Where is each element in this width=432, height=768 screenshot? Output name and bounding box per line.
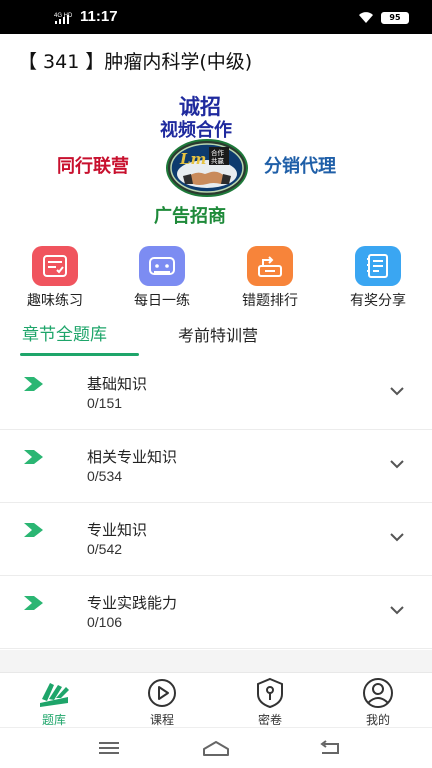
- chapter-row[interactable]: 专业知识 0/542: [0, 503, 432, 576]
- banner-distribution-text: 分销代理: [264, 156, 336, 177]
- shortcut-label: 趣味练习: [27, 293, 83, 309]
- logo-letters: Lm: [179, 150, 206, 168]
- nav-label: 我的: [365, 713, 390, 727]
- promo-banner[interactable]: 诚招 视频合作 同行联营 分销代理 广告招商 Lm 合作 共赢: [0, 84, 432, 232]
- shortcut-daily-practice[interactable]: 每日一练: [116, 246, 206, 310]
- tab-bar: 章节全题库 考前特训营: [0, 318, 432, 358]
- chapter-name: 专业实践能力: [87, 594, 178, 612]
- nav-label: 密卷: [257, 713, 282, 727]
- home-icon[interactable]: [202, 739, 230, 757]
- chevron-down-icon[interactable]: [389, 531, 405, 543]
- status-bar: 4G HD 11:17 95: [0, 0, 432, 34]
- nav-label: 题库: [41, 713, 66, 727]
- chapter-marker-icon: [24, 450, 43, 464]
- menu-icon[interactable]: [97, 739, 121, 757]
- wifi-icon: [359, 12, 373, 23]
- logo-badge-bottom: 共赢: [211, 156, 225, 165]
- chapter-progress: 0/106: [87, 614, 123, 630]
- tab-chapter-bank[interactable]: 章节全题库: [22, 320, 107, 345]
- chevron-down-icon[interactable]: [389, 604, 405, 616]
- back-icon[interactable]: [318, 739, 342, 757]
- shortcut-label: 有奖分享: [350, 293, 406, 309]
- nav-secret-papers[interactable]: 密卷: [240, 677, 300, 727]
- chapter-marker-icon: [24, 377, 43, 391]
- checklist-icon: [32, 246, 78, 286]
- shortcut-label: 每日一练: [134, 293, 190, 309]
- shortcut-reward-share[interactable]: 有奖分享: [332, 246, 422, 310]
- handshake-logo-icon: Lm 合作 共赢: [166, 139, 248, 197]
- shortcut-fun-practice[interactable]: 趣味练习: [9, 246, 99, 310]
- chapter-progress: 0/534: [87, 468, 123, 484]
- chapter-row[interactable]: 基础知识 0/151: [0, 357, 432, 430]
- notebook-icon: [355, 246, 401, 286]
- shield-key-icon: [257, 677, 283, 709]
- tab-exam-camp[interactable]: 考前特训营: [178, 322, 258, 346]
- play-icon: [148, 679, 176, 707]
- chapter-name: 相关专业知识: [87, 448, 178, 466]
- chapter-marker-icon: [24, 523, 43, 537]
- game-controller-icon: [139, 246, 185, 286]
- chevron-down-icon[interactable]: [389, 458, 405, 470]
- shortcut-error-ranking[interactable]: 错题排行: [224, 246, 314, 310]
- chapter-progress: 0/151: [87, 395, 123, 411]
- logo-badge-top: 合作: [211, 148, 225, 157]
- banner-ads-text: 广告招商: [154, 206, 226, 227]
- chapter-marker-icon: [24, 596, 43, 610]
- nav-courses[interactable]: 课程: [132, 677, 192, 727]
- nav-question-bank[interactable]: 题库: [24, 677, 84, 727]
- shortcut-row: 趣味练习 每日一练 错题排行 有奖分享: [0, 246, 432, 310]
- bottom-nav: 题库 课程 密卷 我的: [0, 672, 432, 727]
- clock: 11:17: [80, 8, 118, 25]
- chevron-down-icon[interactable]: [389, 385, 405, 397]
- nav-label: 课程: [149, 713, 174, 727]
- chapter-name: 专业知识: [87, 521, 148, 539]
- chapter-name: 基础知识: [87, 375, 148, 393]
- nav-profile[interactable]: 我的: [348, 677, 408, 727]
- chapter-row[interactable]: 专业实践能力 0/106: [0, 576, 432, 649]
- tab-active-indicator: [20, 353, 139, 356]
- books-icon: [40, 683, 69, 707]
- chapter-progress: 0/542: [87, 541, 123, 557]
- cellular-signal-icon: 4G HD: [54, 13, 73, 24]
- system-nav-bar: [0, 727, 432, 768]
- chapter-row[interactable]: 相关专业知识 0/534: [0, 430, 432, 503]
- battery-icon: 95: [381, 12, 409, 24]
- section-gap: [0, 650, 432, 672]
- banner-peer-alliance-text: 同行联营: [57, 156, 129, 177]
- shortcut-label: 错题排行: [242, 293, 298, 309]
- error-ranking-icon: [247, 246, 293, 286]
- user-icon: [363, 678, 393, 708]
- page-title: 【 341 】肿瘤内科学(中级): [18, 51, 253, 73]
